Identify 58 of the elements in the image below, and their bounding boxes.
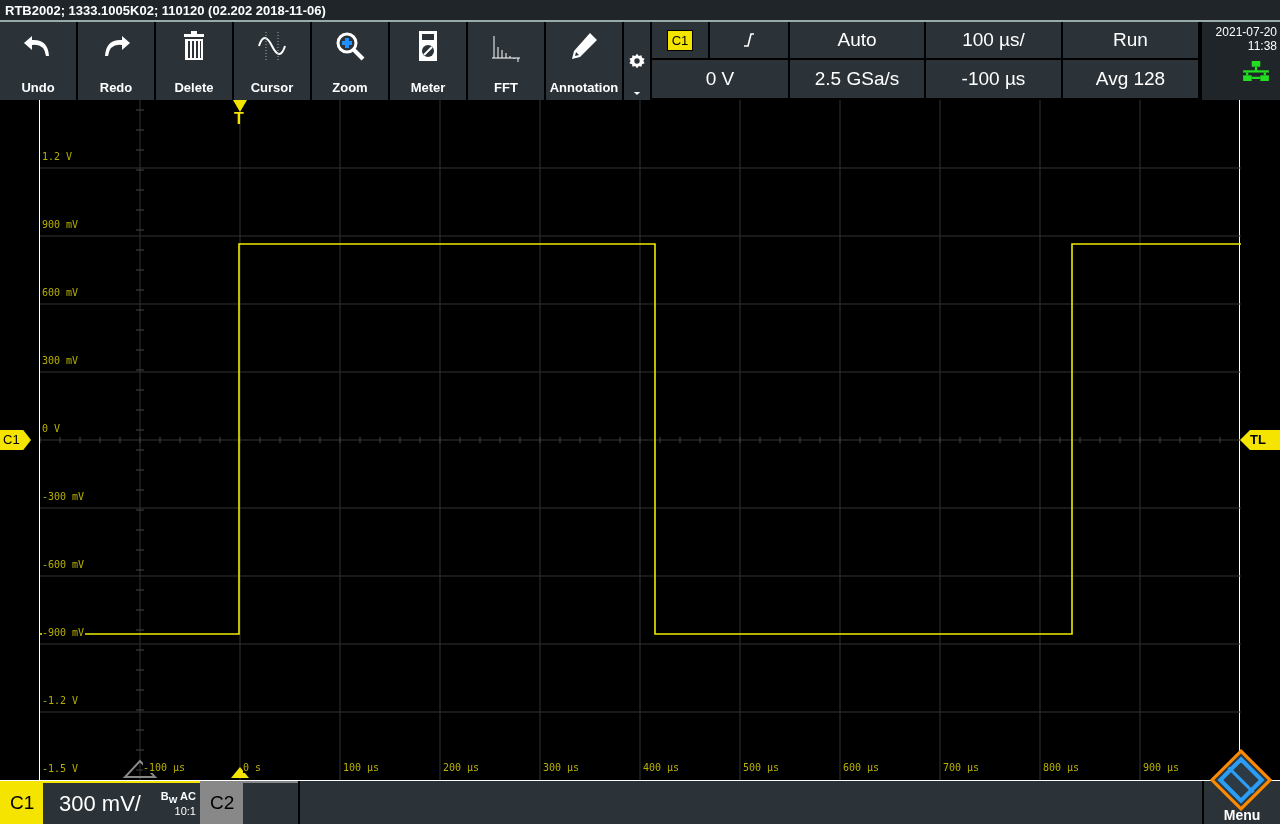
y-axis-label: -1.5 V [42,763,80,774]
y-axis-label: -900 mV [42,627,86,638]
window-title: RTB2002; 1333.1005K02; 110120 (02.202 2018-11-06) [5,2,326,18]
time-text: 11:38 [1247,39,1277,53]
trigger-label: T [234,111,244,127]
x-axis-label: 600 µs [843,762,881,773]
y-axis-label: 600 mV [42,287,80,298]
x-axis-label: -100 µs [143,762,187,773]
y-axis-label: 1.2 V [42,151,74,162]
x-axis-label: 800 µs [1043,762,1081,773]
network-icon [1241,61,1271,81]
coupling-text: B$_{W}$ AC [160,789,196,806]
sample-rate-cell[interactable]: 2.5 GSa/s [790,60,924,98]
y-axis-label: 300 mV [42,355,80,366]
probe-ratio: 10:1 [174,805,196,818]
y-axis-label: -600 mV [42,559,86,570]
x-axis-label: 0 s [243,762,263,773]
toolbar-button[interactable]: Redo [78,22,154,100]
y-axis-label: -300 mV [42,491,86,502]
trigger-level-cell[interactable]: 0 V [652,60,788,98]
zoom-in-icon [334,30,366,62]
run-state-cell[interactable]: Run [1063,22,1198,58]
y-axis-label: 900 mV [42,219,80,230]
channel-settings-panel[interactable]: 300 mV/ B$_{W}$ AC 10:1 [43,781,200,824]
settings-button[interactable] [624,22,650,100]
rising-edge-icon [743,32,755,48]
trigger-source-cell[interactable]: C1 [652,22,708,58]
toolbar-button[interactable]: Meter [390,22,466,100]
trigger-source-badge: C1 [666,29,694,51]
acquisition-cell[interactable]: Avg 128 [1063,60,1198,98]
x-axis-label: 100 µs [343,762,381,773]
vertical-scale: 300 mV/ [59,790,141,817]
channel-tab[interactable]: C2 [200,781,243,824]
caret-icon [633,91,641,96]
sine-wave-icon [256,30,288,62]
date-text: 2021-07-20 [1215,25,1277,39]
trigger-mode-cell[interactable]: Auto [790,22,924,58]
toolbar-button[interactable]: Delete [156,22,232,100]
timebase-cell[interactable]: 100 µs/ [926,22,1061,58]
toolbar-button[interactable]: FFT [468,22,544,100]
x-axis-label: 500 µs [743,762,781,773]
trigger-slope-cell[interactable] [710,22,788,58]
toolbar-button[interactable]: Cursor [234,22,310,100]
toolbar-button[interactable]: Undo [0,22,76,100]
toolbar-button[interactable]: Zoom [312,22,388,100]
x-axis-label: 200 µs [443,762,481,773]
settings-icon [628,52,646,70]
x-axis-label: 900 µs [1143,762,1181,773]
y-axis-label: 0 V [42,423,62,434]
x-axis-label: 700 µs [943,762,981,773]
x-axis-label: 400 µs [643,762,681,773]
channel-tab[interactable]: C1 [0,781,43,824]
channel-marker[interactable]: C1 [0,430,31,450]
toolbar-button[interactable]: Annotation [546,22,622,100]
y-axis-label: -1.2 V [42,695,80,706]
trigger-level-marker[interactable]: TL [1240,430,1280,450]
position-cell[interactable]: -100 µs [926,60,1061,98]
x-axis-label: 300 µs [543,762,581,773]
